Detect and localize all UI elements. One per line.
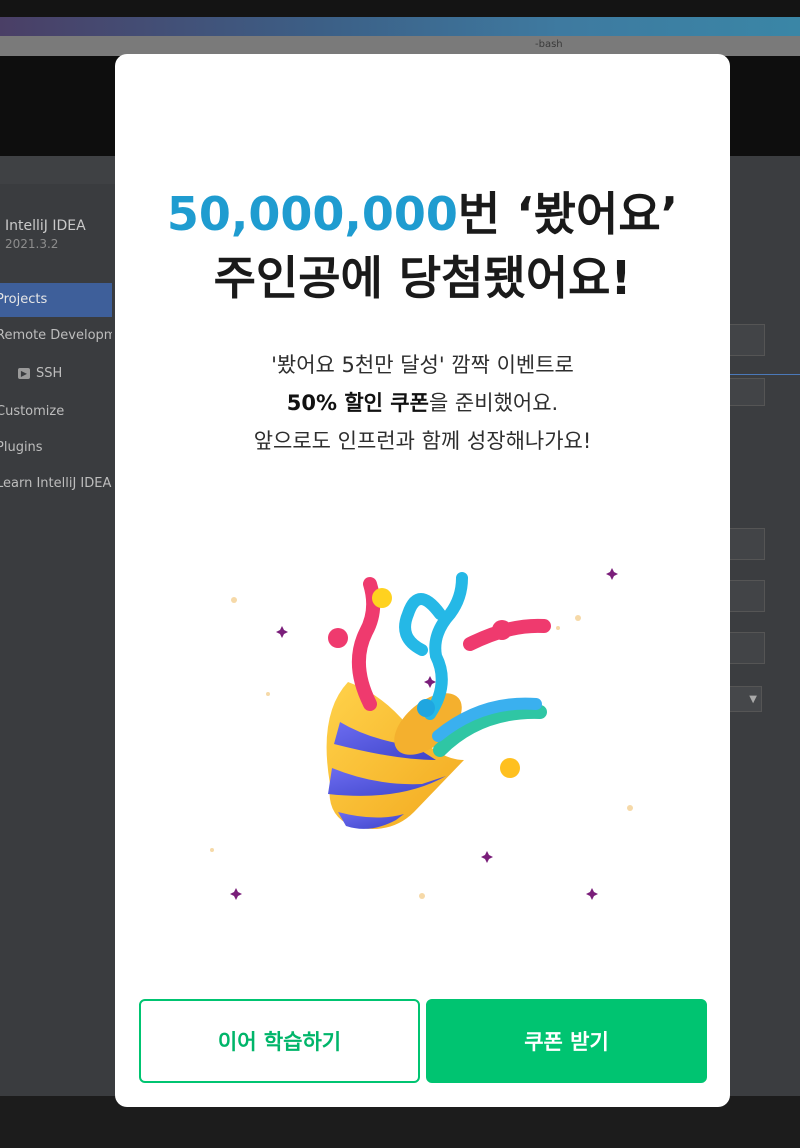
description-line2: 을 준비했어요. [428,391,559,415]
get-coupon-button[interactable]: 쿠폰 받기 [426,999,707,1083]
ide-field[interactable] [730,378,765,406]
ide-field[interactable] [730,632,765,664]
description-line1: '봤어요 5천만 달성' 깜짝 이벤트로 [271,353,574,377]
sidebar-item-plugins[interactable]: Plugins [0,431,112,465]
sidebar-item-remote-development[interactable]: Remote Development [0,319,112,353]
ide-field[interactable] [730,528,765,560]
ide-content-area [730,156,800,1096]
party-popper-icon [210,568,633,900]
coupon-highlight: 50% 할인 쿠폰 [286,391,429,415]
modal-headline: 50,000,000번 ‘봤어요’ 주인공에 당첨됐어요! [115,182,730,310]
sidebar-item-projects[interactable]: Projects [0,283,112,317]
terminal-gradient-bar [0,17,800,36]
ide-field[interactable] [730,580,765,612]
sidebar-item-ssh[interactable]: ▶ SSH [0,357,134,391]
ide-dropdown[interactable]: ▼ [730,686,762,712]
headline-line2: 주인공에 당첨됐어요! [213,251,632,305]
terminal-titlebar: -bash [0,36,800,56]
description-line3: 앞으로도 인프런과 함께 성장해나가요! [253,429,592,453]
ide-field[interactable] [730,324,765,356]
continue-learning-button[interactable]: 이어 학습하기 [139,999,420,1083]
ide-divider [730,374,800,375]
headline-line1: 번 ‘봤어요’ [457,187,679,241]
ssh-icon: ▶ [18,368,30,379]
sidebar-item-customize[interactable]: Customize [0,395,112,429]
modal-description: '봤어요 5천만 달성' 깜짝 이벤트로 50% 할인 쿠폰을 준비했어요. 앞… [115,346,730,460]
event-modal: 50,000,000번 ‘봤어요’ 주인공에 당첨됐어요! '봤어요 5천만 달… [115,54,730,1107]
terminal-title: -bash [535,39,563,50]
sidebar-item-learn[interactable]: Learn IntelliJ IDEA [0,467,112,501]
ide-product-name: IntelliJ IDEA [5,218,86,234]
chevron-down-icon: ▼ [749,694,757,705]
ide-version: 2021.3.2 [5,237,59,251]
view-count: 50,000,000 [166,187,458,241]
